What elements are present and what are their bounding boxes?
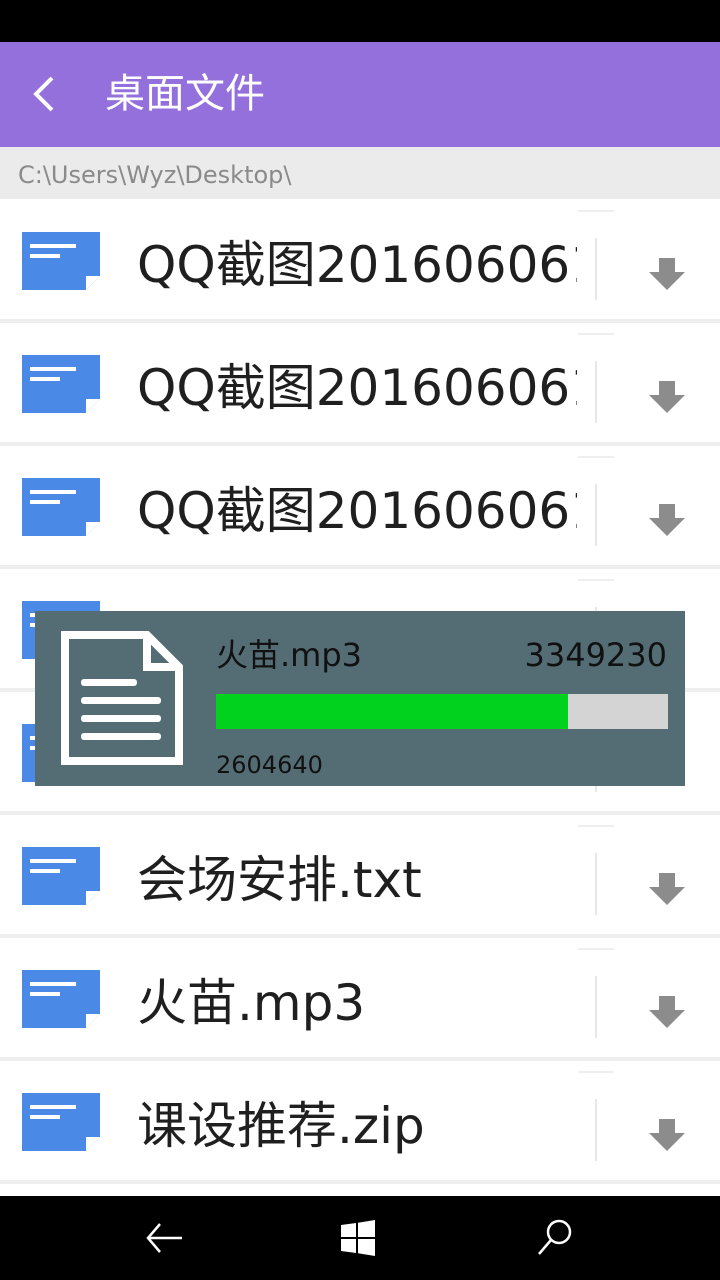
download-filename: 火苗.mp3: [216, 636, 363, 674]
list-item[interactable]: 课设推荐.zip: [0, 1061, 720, 1184]
document-icon: [22, 970, 100, 1028]
divider: [578, 1071, 614, 1073]
file-name: QQ截图201606061: [137, 236, 577, 294]
divider: [595, 361, 597, 423]
status-bar: [0, 0, 720, 42]
divider: [578, 579, 614, 581]
download-arrow-icon[interactable]: [645, 375, 689, 419]
divider: [595, 1099, 597, 1161]
download-arrow-icon[interactable]: [645, 252, 689, 296]
download-arrow-icon[interactable]: [645, 990, 689, 1034]
list-item[interactable]: QQ截图201606061: [0, 200, 720, 323]
document-icon: [22, 1093, 100, 1151]
nav-back-button[interactable]: [136, 1210, 192, 1266]
divider: [578, 333, 614, 335]
file-name: 火苗.mp3: [137, 974, 366, 1032]
document-icon: [22, 847, 100, 905]
divider: [595, 238, 597, 300]
breadcrumb-path: C:\Users\Wyz\Desktop\: [0, 147, 720, 199]
file-name: 会场安排.txt: [137, 851, 422, 909]
divider: [578, 210, 614, 212]
chevron-left-icon: [33, 76, 54, 112]
list-item[interactable]: 火苗.mp3: [0, 938, 720, 1061]
divider: [595, 484, 597, 546]
nav-home-button[interactable]: [330, 1210, 386, 1266]
app-header: 桌面文件: [0, 42, 720, 147]
back-arrow-icon: [146, 1223, 182, 1253]
file-name: 课设推荐.zip: [137, 1097, 425, 1155]
list-item[interactable]: 会场安排.txt: [0, 815, 720, 938]
divider: [578, 825, 614, 827]
windows-logo-icon: [341, 1220, 375, 1256]
document-icon: [22, 478, 100, 536]
divider: [595, 853, 597, 915]
list-item[interactable]: QQ截图201606061: [0, 323, 720, 446]
download-arrow-icon[interactable]: [645, 498, 689, 542]
document-page-icon: [61, 631, 183, 765]
download-arrow-icon[interactable]: [645, 867, 689, 911]
divider: [578, 456, 614, 458]
system-nav-bar: [0, 1196, 720, 1280]
download-progress-fill: [216, 694, 568, 729]
download-total-size: 3349230: [524, 636, 667, 674]
download-progress-bar: [216, 694, 668, 729]
download-progress-popup: 火苗.mp3 3349230 2604640: [35, 611, 685, 786]
nav-search-button[interactable]: [527, 1210, 583, 1266]
document-icon: [22, 355, 100, 413]
divider: [578, 948, 614, 950]
file-name: QQ截图201606061: [137, 359, 577, 417]
downloaded-size: 2604640: [216, 751, 323, 779]
back-button[interactable]: [22, 64, 82, 124]
document-icon: [22, 232, 100, 290]
list-item[interactable]: QQ截图201606061: [0, 446, 720, 569]
search-icon: [538, 1219, 572, 1255]
page-title: 桌面文件: [105, 71, 265, 117]
divider: [595, 976, 597, 1038]
file-name: QQ截图201606061: [137, 482, 577, 540]
download-arrow-icon[interactable]: [645, 1113, 689, 1157]
